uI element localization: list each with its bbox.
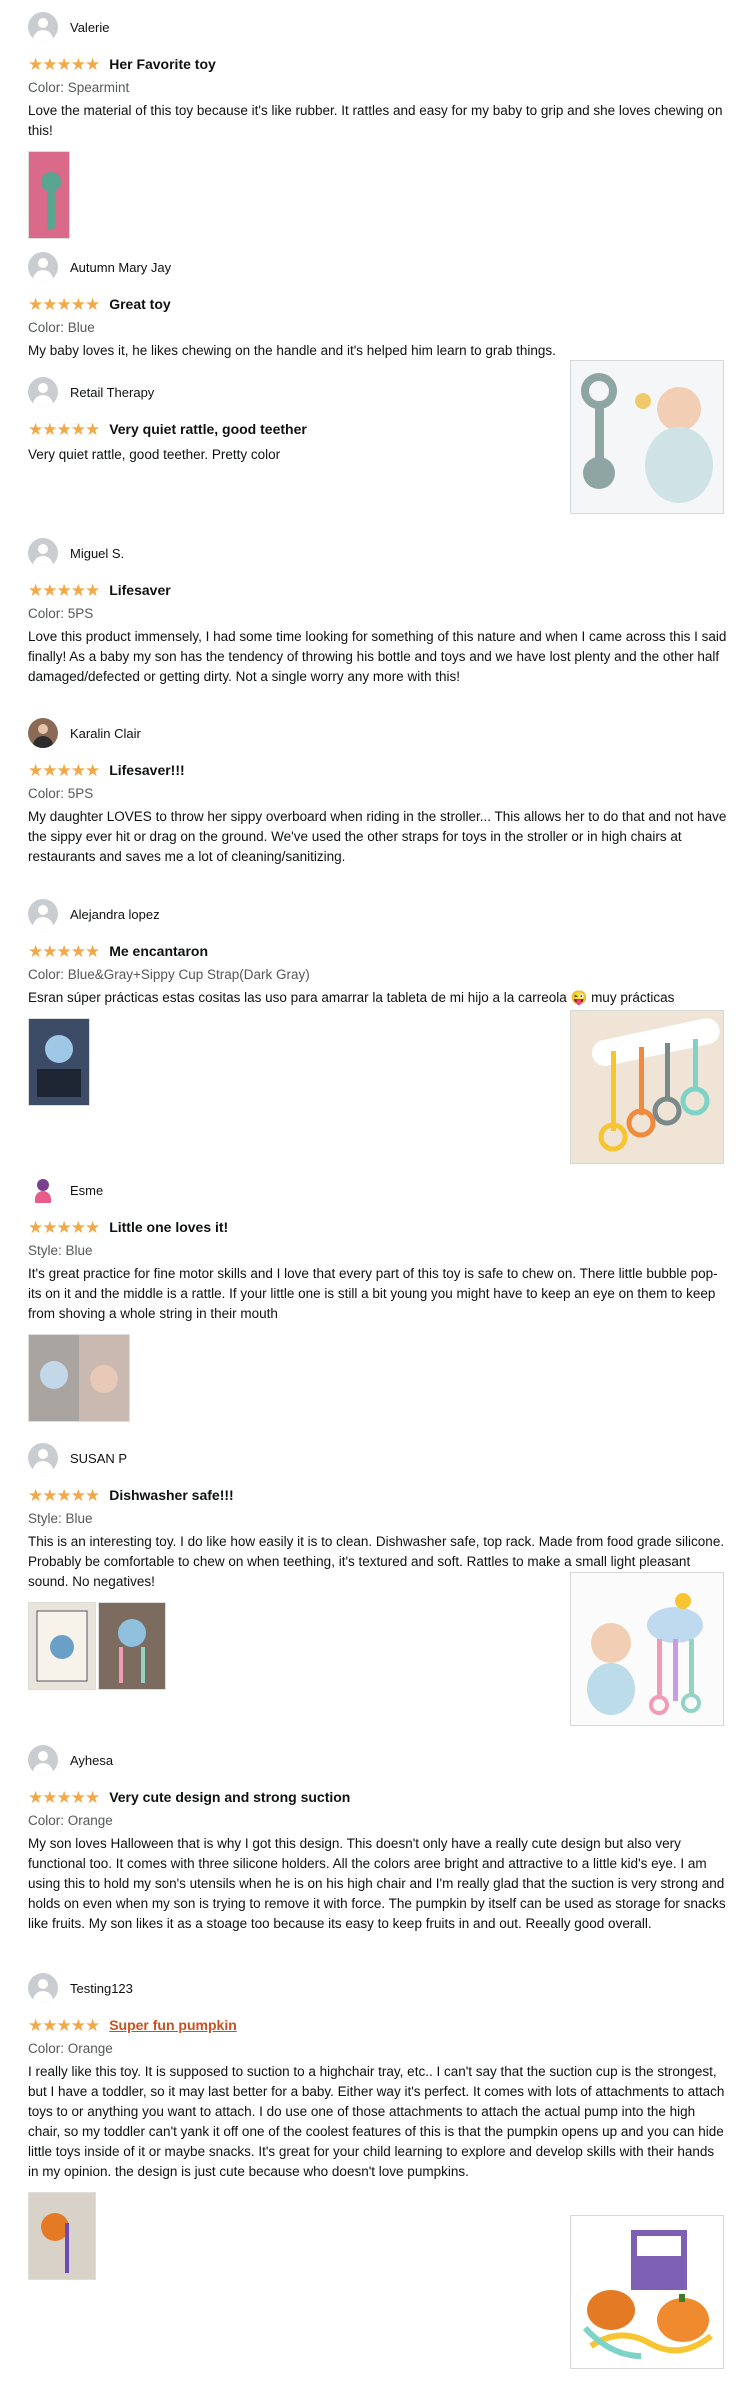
star-rating: ★★★★★	[28, 419, 100, 439]
review-card: Autumn Mary Jay ★★★★★ Great toy Color: B…	[28, 252, 728, 361]
review-title[interactable]: Her Favorite toy	[109, 56, 216, 72]
avatar	[28, 1973, 58, 2003]
review-variant[interactable]: Style: Blue	[28, 1243, 728, 1258]
review-text: Esran súper prácticas estas cositas las …	[28, 990, 675, 1005]
star-rating: ★★★★★	[28, 2015, 100, 2035]
review-variant[interactable]: Color: Orange	[28, 2041, 728, 2056]
review-card: Ayhesa ★★★★★ Very cute design and strong…	[28, 1745, 728, 1934]
review-title[interactable]: Very cute design and strong suction	[109, 1789, 350, 1805]
review-card: Karalin Clair ★★★★★ Lifesaver!!! Color: …	[28, 718, 728, 867]
package-photo-icon	[29, 1603, 95, 1689]
avatar	[28, 1745, 58, 1775]
review-card: Retail Therapy ★★★★★ Very quiet rattle, …	[28, 377, 548, 465]
reviewer-name: Karalin Clair	[70, 725, 141, 741]
review-text: My baby loves it, he likes chewing on th…	[28, 343, 556, 358]
reviewer-name: Retail Therapy	[70, 384, 155, 400]
review-title[interactable]: Very quiet rattle, good teether	[109, 421, 307, 437]
review-variant[interactable]: Color: 5PS	[28, 606, 728, 621]
avatar	[28, 12, 58, 42]
product-image[interactable]	[570, 1010, 724, 1164]
review-text: My son loves Halloween that is why I got…	[28, 1836, 726, 1931]
review-text: It's great practice for fine motor skill…	[28, 1266, 718, 1321]
reviewer-name: Testing123	[70, 1980, 133, 1996]
star-rating: ★★★★★	[28, 1787, 100, 1807]
cloud-toy-product-icon	[571, 1573, 723, 1725]
review-variant[interactable]: Color: Blue	[28, 320, 728, 335]
avatar	[28, 718, 58, 748]
avatar	[28, 377, 58, 407]
product-image[interactable]	[570, 1572, 724, 1726]
tablet-photo-icon	[29, 1019, 89, 1105]
review-title[interactable]: Great toy	[109, 296, 170, 312]
review-title[interactable]: Lifesaver!!!	[109, 762, 184, 778]
star-rating: ★★★★★	[28, 941, 100, 961]
avatar	[28, 1175, 58, 1205]
reviewer-profile[interactable]: SUSAN P	[28, 1443, 728, 1473]
toy-photo-icon	[99, 1603, 165, 1689]
avatar	[28, 252, 58, 282]
reviewer-name: SUSAN P	[70, 1450, 128, 1466]
straps-product-icon	[571, 1011, 723, 1163]
reviewer-name: Esme	[70, 1182, 104, 1198]
review-text: My daughter LOVES to throw her sippy ove…	[28, 809, 727, 864]
avatar	[28, 538, 58, 568]
reviewer-profile[interactable]: Ayhesa	[28, 1745, 728, 1775]
review-photo[interactable]	[98, 1602, 166, 1690]
review-photo[interactable]	[28, 1334, 130, 1422]
reviewer-profile[interactable]: Retail Therapy	[28, 377, 548, 407]
star-rating: ★★★★★	[28, 760, 100, 780]
product-image[interactable]	[570, 360, 724, 514]
review-card: Miguel S. ★★★★★ Lifesaver Color: 5PS Lov…	[28, 538, 728, 687]
reviewer-name: Ayhesa	[70, 1752, 114, 1768]
teether-photo-icon	[29, 152, 69, 238]
review-variant[interactable]: Color: Orange	[28, 1813, 728, 1828]
review-title[interactable]: Lifesaver	[109, 582, 170, 598]
reviewer-profile[interactable]: Testing123	[28, 1973, 728, 2003]
review-title-link[interactable]: Super fun pumpkin	[109, 2017, 237, 2033]
baby-teether-product-icon	[571, 361, 723, 513]
review-variant[interactable]: Color: Blue&Gray+Sippy Cup Strap(Dark Gr…	[28, 967, 728, 982]
reviewer-profile[interactable]: Miguel S.	[28, 538, 728, 568]
reviewer-name: Valerie	[70, 19, 110, 35]
reviewer-name: Miguel S.	[70, 545, 125, 561]
review-photo[interactable]	[28, 1018, 90, 1106]
reviewer-profile[interactable]: Esme	[28, 1175, 728, 1205]
review-variant[interactable]: Style: Blue	[28, 1511, 728, 1526]
avatar	[28, 1443, 58, 1473]
reviewer-profile[interactable]: Valerie	[28, 12, 728, 42]
review-card: Valerie ★★★★★ Her Favorite toy Color: Sp…	[28, 12, 728, 239]
review-text: I really like this toy. It is supposed t…	[28, 2064, 725, 2179]
review-text: Love this product immensely, I had some …	[28, 629, 727, 684]
star-rating: ★★★★★	[28, 1485, 100, 1505]
review-text: Love the material of this toy because it…	[28, 103, 723, 138]
review-title[interactable]: Dishwasher safe!!!	[109, 1487, 233, 1503]
reviewer-profile[interactable]: Karalin Clair	[28, 718, 728, 748]
star-rating: ★★★★★	[28, 294, 100, 314]
hand-toy-photo-icon	[29, 1335, 129, 1421]
review-text: Very quiet rattle, good teether. Pretty …	[28, 447, 281, 462]
review-photo[interactable]	[28, 1602, 96, 1690]
product-image[interactable]	[570, 2215, 724, 2369]
avatar	[28, 899, 58, 929]
review-variant[interactable]: Color: Spearmint	[28, 80, 728, 95]
review-photo[interactable]	[28, 2192, 96, 2280]
reviewer-name: Alejandra lopez	[70, 906, 160, 922]
reviewer-profile[interactable]: Alejandra lopez	[28, 899, 728, 929]
star-rating: ★★★★★	[28, 54, 100, 74]
reviewer-name: Autumn Mary Jay	[70, 259, 172, 275]
star-rating: ★★★★★	[28, 1217, 100, 1237]
pumpkin-product-icon	[571, 2216, 723, 2368]
review-title[interactable]: Little one loves it!	[109, 1219, 228, 1235]
review-title[interactable]: Me encantaron	[109, 943, 208, 959]
reviewer-profile[interactable]: Autumn Mary Jay	[28, 252, 728, 282]
review-card: Esme ★★★★★ Little one loves it! Style: B…	[28, 1175, 728, 1422]
review-variant[interactable]: Color: 5PS	[28, 786, 728, 801]
pumpkin-photo-icon	[29, 2193, 95, 2279]
review-photo[interactable]	[28, 151, 70, 239]
star-rating: ★★★★★	[28, 580, 100, 600]
